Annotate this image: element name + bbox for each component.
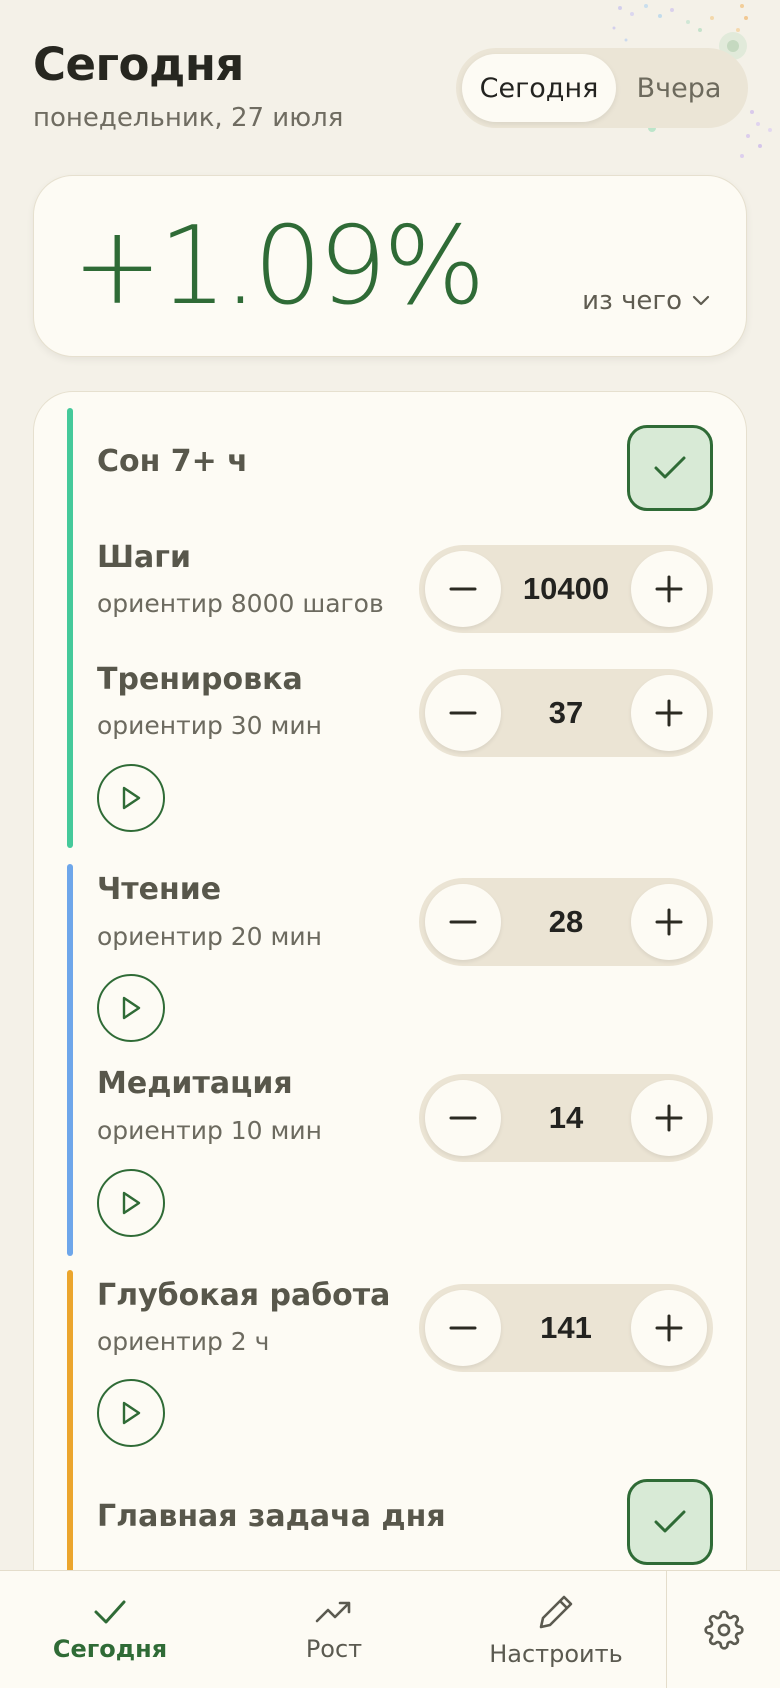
decrement-button[interactable] bbox=[425, 551, 501, 627]
settings-button[interactable] bbox=[667, 1571, 780, 1688]
play-icon bbox=[122, 1401, 141, 1425]
habit-check-main-task[interactable] bbox=[627, 1479, 713, 1565]
quantity-stepper-workout: 37 bbox=[419, 669, 713, 757]
breakdown-label: из чего bbox=[582, 286, 682, 316]
habit-check-sleep[interactable] bbox=[627, 425, 713, 511]
habit-target: ориентир 20 мин bbox=[97, 922, 322, 951]
decrement-button[interactable] bbox=[425, 675, 501, 751]
increment-button[interactable] bbox=[630, 1290, 707, 1366]
timer-button-reading[interactable] bbox=[97, 974, 165, 1042]
check-icon bbox=[654, 1510, 686, 1533]
stepper-value: 37 bbox=[548, 695, 584, 730]
plus-icon bbox=[655, 1104, 683, 1132]
group-bar-health bbox=[67, 408, 73, 848]
plus-icon bbox=[655, 699, 683, 727]
score-card: +1.09% из чего bbox=[33, 175, 747, 357]
timer-button-meditation[interactable] bbox=[97, 1169, 165, 1237]
nav-label: Сегодня bbox=[52, 1635, 168, 1663]
gear-icon bbox=[703, 1610, 744, 1650]
minus-icon bbox=[449, 1326, 477, 1330]
habit-target: ориентир 10 мин bbox=[97, 1116, 322, 1145]
play-icon bbox=[122, 786, 141, 810]
pencil-icon bbox=[539, 1595, 573, 1629]
stepper-value: 28 bbox=[548, 904, 584, 939]
play-icon bbox=[122, 1191, 141, 1215]
score-value: +1.09% bbox=[72, 204, 486, 329]
page-title: Сегодня bbox=[33, 38, 244, 91]
nav-configure[interactable]: Настроить bbox=[478, 1571, 634, 1688]
day-option-yesterday[interactable]: Вчера bbox=[616, 54, 742, 122]
quantity-stepper-deep-work: 141 bbox=[419, 1284, 713, 1372]
group-bar-mind bbox=[67, 864, 73, 1256]
habit-name: Медитация bbox=[97, 1066, 293, 1101]
habit-target: ориентир 8000 шагов bbox=[97, 589, 384, 618]
day-switcher: Сегодня Вчера bbox=[456, 48, 748, 128]
page-date: понедельник, 27 июля bbox=[33, 103, 344, 133]
increment-button[interactable] bbox=[630, 675, 707, 751]
increment-button[interactable] bbox=[630, 1080, 707, 1156]
increment-button[interactable] bbox=[630, 884, 707, 960]
plus-icon bbox=[655, 908, 683, 936]
minus-icon bbox=[449, 920, 477, 924]
play-icon bbox=[122, 996, 141, 1020]
check-icon bbox=[94, 1600, 126, 1624]
habit-name: Глубокая работа bbox=[97, 1278, 391, 1313]
quantity-stepper-reading: 28 bbox=[419, 878, 713, 966]
minus-icon bbox=[449, 587, 477, 591]
habit-name: Чтение bbox=[97, 872, 222, 907]
decrement-button[interactable] bbox=[425, 884, 501, 960]
habits-card: Сон 7+ ч Шаги ориентир 8000 шагов 10400 … bbox=[33, 391, 747, 1688]
trend-up-icon bbox=[315, 1601, 351, 1623]
nav-today[interactable]: Сегодня bbox=[30, 1571, 190, 1688]
nav-growth[interactable]: Рост bbox=[264, 1571, 404, 1688]
stepper-value: 14 bbox=[548, 1100, 584, 1135]
habit-name: Сон 7+ ч bbox=[97, 444, 248, 479]
nav-label: Настроить bbox=[489, 1640, 623, 1668]
habit-name: Главная задача дня bbox=[97, 1499, 446, 1534]
breakdown-toggle[interactable]: из чего bbox=[582, 286, 710, 316]
check-icon bbox=[654, 456, 686, 479]
minus-icon bbox=[449, 1116, 477, 1120]
stepper-value: 10400 bbox=[522, 571, 610, 606]
stepper-value: 141 bbox=[540, 1310, 592, 1345]
plus-icon bbox=[655, 575, 683, 603]
timer-button-workout[interactable] bbox=[97, 764, 165, 832]
page-header: Сегодня понедельник, 27 июля bbox=[33, 38, 343, 133]
decrement-button[interactable] bbox=[425, 1290, 501, 1366]
chevron-down-icon bbox=[692, 295, 710, 306]
minus-icon bbox=[449, 711, 477, 715]
increment-button[interactable] bbox=[631, 551, 707, 627]
plus-icon bbox=[655, 1314, 683, 1342]
nav-label: Рост bbox=[305, 1635, 363, 1663]
bottom-nav: Сегодня Рост Настроить bbox=[0, 1570, 780, 1688]
habit-target: ориентир 30 мин bbox=[97, 711, 322, 740]
quantity-stepper-steps: 10400 bbox=[419, 545, 713, 633]
timer-button-deep-work[interactable] bbox=[97, 1379, 165, 1447]
habit-target: ориентир 2 ч bbox=[97, 1327, 270, 1356]
quantity-stepper-meditation: 14 bbox=[419, 1074, 713, 1162]
habit-name: Шаги bbox=[97, 540, 191, 575]
day-option-today[interactable]: Сегодня bbox=[462, 54, 616, 122]
decrement-button[interactable] bbox=[425, 1080, 501, 1156]
habit-name: Тренировка bbox=[97, 662, 303, 697]
